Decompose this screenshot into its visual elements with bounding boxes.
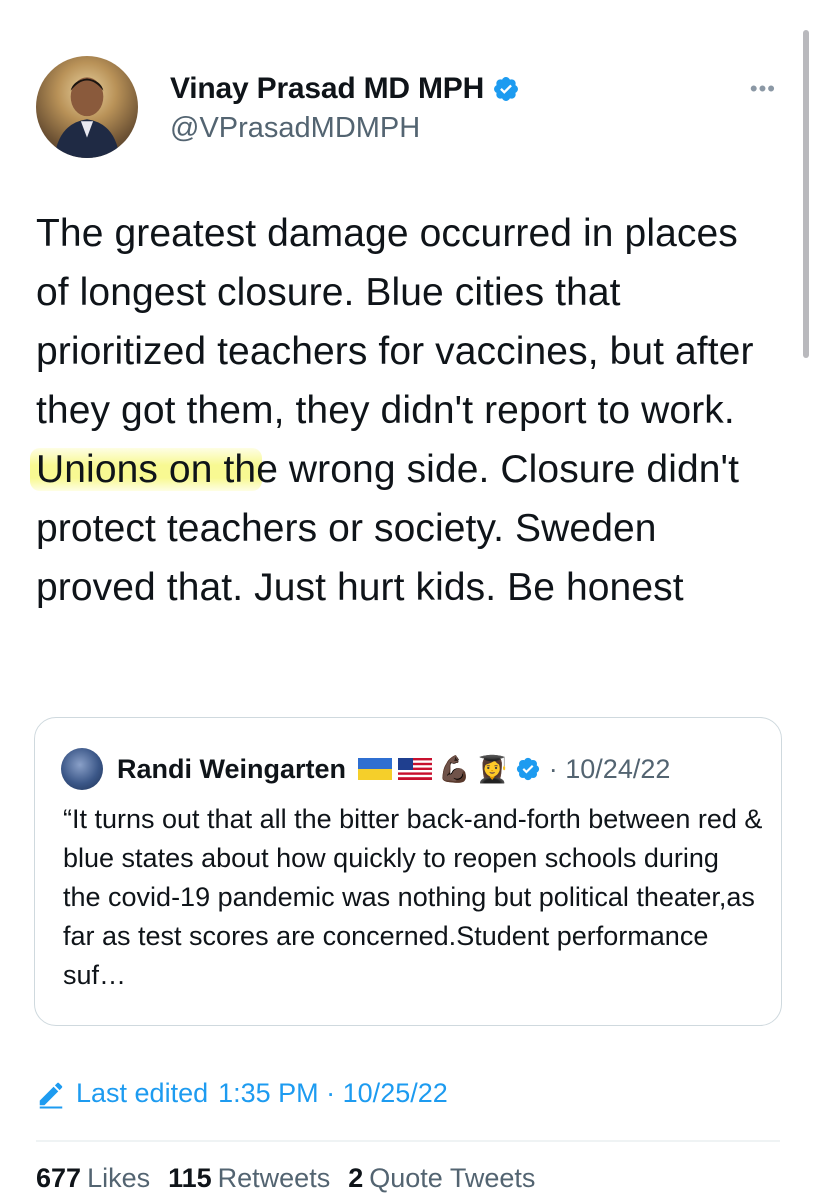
verified-badge-icon [515,756,541,782]
ukraine-flag-icon [358,758,393,780]
more-dots-icon[interactable]: ••• [750,76,776,102]
author-block: Vinay Prasad MD MPH @VPrasadMDMPH [170,72,520,145]
scrollbar[interactable] [803,30,809,358]
likes-stat[interactable]: 677 Likes [36,1163,150,1194]
quoted-author-name: Randi Weingarten [117,753,347,784]
quoted-author-avatar [61,748,103,790]
retweets-stat[interactable]: 115 Retweets [168,1163,330,1194]
tweet-text: The greatest damage occurred in places o… [30,204,776,617]
divider [36,1140,780,1142]
quoted-tweet-date[interactable]: · 10/24/22 [549,754,671,785]
tweet-header: Vinay Prasad MD MPH @VPrasadMDMPH ••• [36,56,776,166]
graduate-icon: 👩‍🎓 [476,754,509,784]
quote-tweets-count: 2 [348,1163,364,1193]
quoted-tweet[interactable]: Randi Weingarten 💪🏿 👩‍🎓 [34,717,782,1026]
pencil-icon [36,1079,66,1109]
edited-time: 1:35 PM · 10/25/22 [218,1078,448,1108]
highlighted-text: Unions on th [30,448,263,491]
likes-label: Likes [87,1163,151,1193]
likes-count: 677 [36,1163,82,1193]
us-flag-icon [398,758,433,780]
flexed-biceps-icon: 💪🏿 [438,754,471,784]
author-handle[interactable]: @VPrasadMDMPH [170,112,520,145]
tweet-stats: 677 Likes 115 Retweets 2 Quote Tweets [36,1163,535,1194]
edit-history-link[interactable]: Last edited 1:35 PM · 10/25/22 [36,1078,448,1109]
quoted-author-emojis: 💪🏿 👩‍🎓 [358,756,541,782]
quoted-tweet-text: “It turns out that all the bitter back-a… [63,804,763,990]
edited-label: Last edited [76,1078,209,1108]
author-name[interactable]: Vinay Prasad MD MPH [170,72,484,106]
retweets-count: 115 [168,1163,212,1193]
author-avatar[interactable] [36,56,138,158]
retweets-label: Retweets [217,1163,331,1193]
verified-badge-icon [492,75,520,103]
quoted-tweet-header: Randi Weingarten 💪🏿 👩‍🎓 [61,748,670,790]
tweet-text-part: The greatest damage occurred in places o… [36,212,754,432]
quote-tweets-stat[interactable]: 2 Quote Tweets [348,1163,535,1194]
quote-tweets-label: Quote Tweets [369,1163,536,1193]
